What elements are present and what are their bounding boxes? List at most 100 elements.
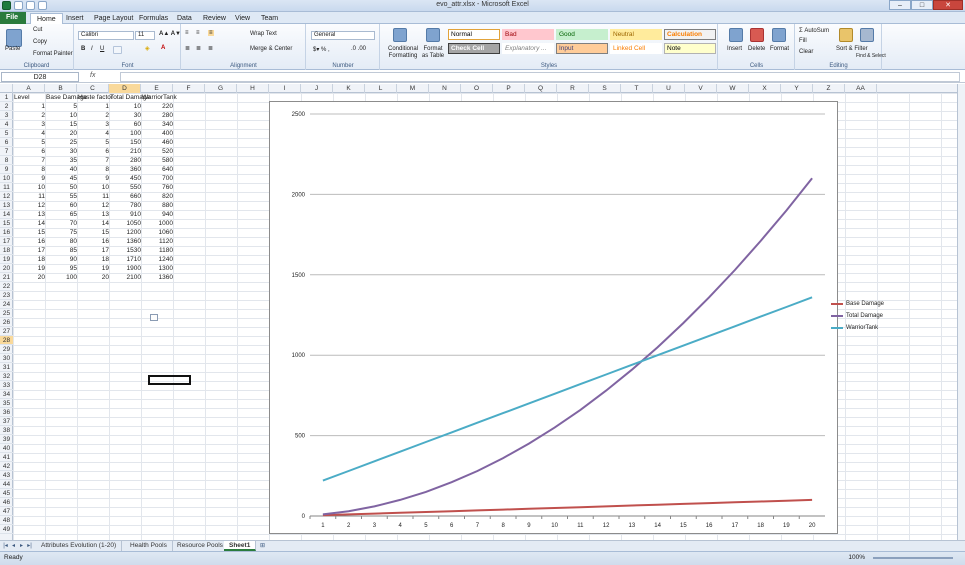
row-header[interactable]: 1 <box>0 93 13 102</box>
table-cell[interactable]: 60 <box>46 201 77 210</box>
table-cell[interactable]: 1710 <box>110 255 141 264</box>
fx-icon[interactable]: fx <box>90 72 95 79</box>
row-header[interactable]: 22 <box>0 282 13 291</box>
table-cell[interactable]: 80 <box>46 237 77 246</box>
table-cell[interactable]: 1200 <box>110 228 141 237</box>
format-cells-icon[interactable] <box>772 28 786 42</box>
format-cells-button[interactable]: Format <box>770 46 789 52</box>
table-cell[interactable]: 95 <box>46 264 77 273</box>
table-cell[interactable]: 780 <box>110 201 141 210</box>
column-header-c[interactable]: C <box>77 84 109 93</box>
row-header[interactable]: 17 <box>0 237 13 246</box>
cell-style-note[interactable]: Note <box>664 43 716 54</box>
minimize-button[interactable]: – <box>889 0 911 10</box>
row-header[interactable]: 39 <box>0 435 13 444</box>
column-header-s[interactable]: S <box>589 84 621 93</box>
column-header-i[interactable]: I <box>269 84 301 93</box>
row-header[interactable]: 25 <box>0 309 13 318</box>
table-cell[interactable]: 660 <box>110 192 141 201</box>
table-cell[interactable]: 11 <box>78 192 109 201</box>
format-as-table-icon[interactable] <box>426 28 440 42</box>
cell-style-bad[interactable]: Bad <box>502 29 554 40</box>
column-header-n[interactable]: N <box>429 84 461 93</box>
table-cell[interactable]: 18 <box>78 255 109 264</box>
table-cell[interactable]: 15 <box>46 120 77 129</box>
table-cell[interactable]: 5 <box>14 138 45 147</box>
row-header[interactable]: 42 <box>0 462 13 471</box>
maximize-button[interactable]: □ <box>911 0 933 10</box>
fill-button[interactable]: Fill <box>799 38 807 44</box>
table-cell[interactable]: 280 <box>110 156 141 165</box>
row-header[interactable]: 3 <box>0 111 13 120</box>
underline-button[interactable]: U <box>100 46 104 52</box>
close-button[interactable]: ✕ <box>933 0 963 10</box>
column-header-v[interactable]: V <box>685 84 717 93</box>
tab-insert[interactable]: Insert <box>60 13 90 24</box>
row-header[interactable]: 12 <box>0 192 13 201</box>
row-header[interactable]: 31 <box>0 363 13 372</box>
row-header[interactable]: 28 <box>0 336 13 345</box>
table-cell[interactable]: 2 <box>14 111 45 120</box>
row-header[interactable]: 19 <box>0 255 13 264</box>
last-sheet-icon[interactable]: ▸| <box>26 542 33 550</box>
line-chart[interactable]: 0 500 1000 1500 2000 2500 1 2 3 4 5 6 7 8 9 10 11 12 13 14 1… <box>269 101 884 534</box>
table-cell[interactable]: 10 <box>46 111 77 120</box>
table-cell[interactable]: 18 <box>14 255 45 264</box>
sheet-tab-attributes[interactable]: Attributes Evolution (1-20) <box>36 541 123 551</box>
row-header[interactable]: 34 <box>0 390 13 399</box>
table-cell[interactable]: 340 <box>142 120 173 129</box>
paste-icon[interactable] <box>6 29 22 47</box>
bold-button[interactable]: B <box>81 46 85 52</box>
table-cell[interactable]: 2 <box>78 111 109 120</box>
table-cell[interactable]: 220 <box>142 102 173 111</box>
table-cell[interactable]: 1 <box>14 102 45 111</box>
formula-input[interactable] <box>120 72 960 82</box>
conditional-formatting-button[interactable]: Conditional Formatting <box>385 46 421 60</box>
table-cell[interactable]: 12 <box>78 201 109 210</box>
row-header[interactable]: 24 <box>0 300 13 309</box>
column-header-u[interactable]: U <box>653 84 685 93</box>
row-header[interactable]: 26 <box>0 318 13 327</box>
table-cell[interactable]: 10 <box>14 183 45 192</box>
table-cell[interactable]: 940 <box>142 210 173 219</box>
column-header-e[interactable]: E <box>141 84 173 93</box>
tab-data[interactable]: Data <box>171 13 198 24</box>
row-header[interactable]: 35 <box>0 399 13 408</box>
table-cell[interactable]: 12 <box>14 201 45 210</box>
column-header-r[interactable]: R <box>557 84 589 93</box>
column-header-f[interactable]: F <box>173 84 205 93</box>
table-cell[interactable]: 1360 <box>142 273 173 282</box>
row-header[interactable]: 36 <box>0 408 13 417</box>
table-cell[interactable]: 100 <box>46 273 77 282</box>
borders-icon[interactable] <box>113 46 122 54</box>
row-header[interactable]: 45 <box>0 489 13 498</box>
table-cell[interactable]: 50 <box>46 183 77 192</box>
align-top-icon[interactable]: ≡ <box>185 30 189 36</box>
row-header[interactable]: 46 <box>0 498 13 507</box>
table-cell[interactable]: 450 <box>110 174 141 183</box>
table-cell[interactable]: 2100 <box>110 273 141 282</box>
table-cell[interactable]: 14 <box>14 219 45 228</box>
table-cell[interactable]: 1360 <box>110 237 141 246</box>
row-header[interactable]: 16 <box>0 228 13 237</box>
table-cell[interactable]: 5 <box>78 138 109 147</box>
table-cell[interactable]: 1530 <box>110 246 141 255</box>
table-cell[interactable]: 20 <box>78 273 109 282</box>
table-cell[interactable]: 75 <box>46 228 77 237</box>
cell-style-neutral[interactable]: Neutral <box>610 29 662 40</box>
row-header[interactable]: 43 <box>0 471 13 480</box>
row-header[interactable]: 15 <box>0 219 13 228</box>
column-header-j[interactable]: J <box>301 84 333 93</box>
delete-cells-button[interactable]: Delete <box>748 46 765 52</box>
align-right-icon[interactable]: ≣ <box>208 45 213 52</box>
table-cell[interactable]: 11 <box>14 192 45 201</box>
vertical-scrollbar[interactable] <box>957 84 965 540</box>
table-cell[interactable]: 5 <box>46 102 77 111</box>
column-header-y[interactable]: Y <box>781 84 813 93</box>
table-cell[interactable]: 45 <box>46 174 77 183</box>
row-header[interactable]: 49 <box>0 525 13 534</box>
column-header-d[interactable]: D <box>109 84 141 93</box>
column-header-w[interactable]: W <box>717 84 749 93</box>
column-header-x[interactable]: X <box>749 84 781 93</box>
cut-button[interactable]: Cut <box>33 27 42 33</box>
